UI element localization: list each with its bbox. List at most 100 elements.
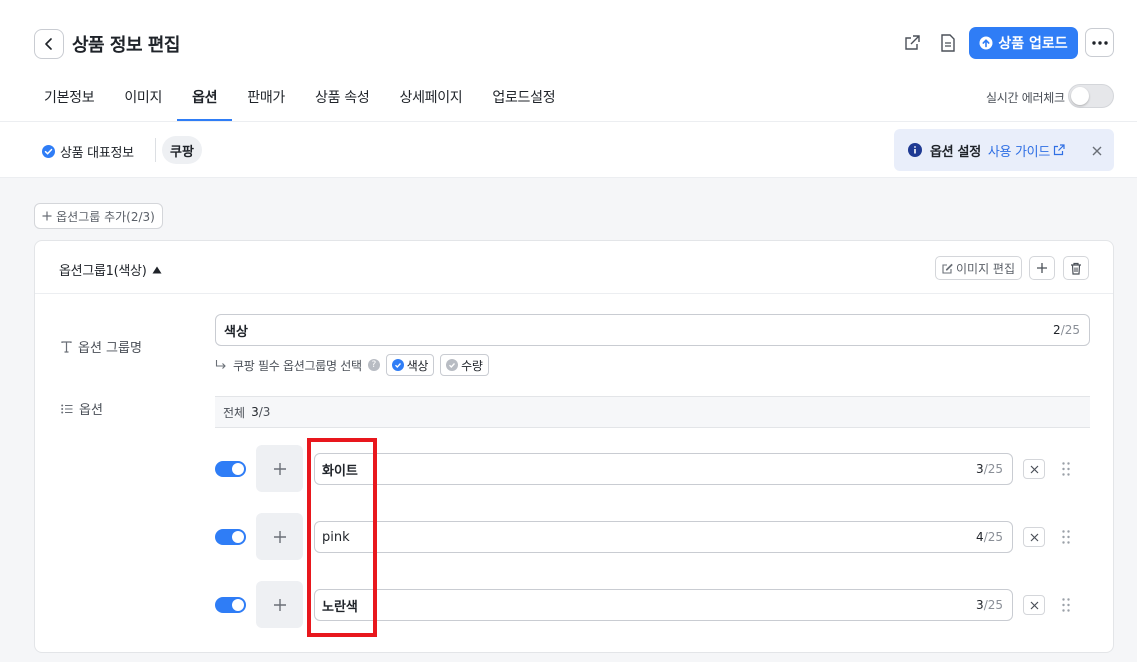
option-group-title: 옵션그룹1(색상) bbox=[59, 264, 147, 279]
delete-option-button[interactable] bbox=[1023, 527, 1045, 547]
close-banner-button[interactable] bbox=[1092, 142, 1102, 160]
plus-icon bbox=[42, 211, 52, 221]
group-name-input[interactable]: 색상 2/25 bbox=[215, 314, 1090, 346]
option-value-input[interactable]: 노란색 3/25 bbox=[314, 589, 1013, 621]
page-title: 상품 정보 편집 bbox=[72, 35, 180, 56]
option-count: 3 bbox=[976, 598, 984, 612]
group-name-max: /25 bbox=[1060, 323, 1080, 337]
close-icon bbox=[1030, 601, 1038, 609]
close-icon bbox=[1030, 533, 1038, 541]
highlight-box bbox=[307, 438, 377, 637]
option-max: /25 bbox=[983, 462, 1003, 476]
option-counter: 3/25 bbox=[976, 598, 1003, 612]
usage-guide-label: 사용 가이드 bbox=[987, 144, 1051, 160]
plus-icon bbox=[1037, 263, 1047, 273]
rep-info-tab[interactable]: 상품 대표정보 bbox=[42, 142, 134, 161]
add-option-group-button[interactable]: 옵션그룹 추가(2/3) bbox=[34, 203, 163, 229]
document-icon bbox=[941, 34, 955, 52]
option-guide-banner: 옵션 설정 사용 가이드 bbox=[894, 129, 1114, 171]
option-value-input[interactable]: 화이트 3/25 bbox=[314, 453, 1013, 485]
drag-handle-icon[interactable] bbox=[1061, 529, 1071, 545]
help-icon[interactable]: ? bbox=[367, 359, 380, 371]
realtime-check-label: 실시간 에러체크 bbox=[986, 91, 1065, 105]
delete-option-button[interactable] bbox=[1023, 459, 1045, 479]
more-horizontal-icon bbox=[1091, 40, 1108, 45]
open-external-button[interactable] bbox=[900, 31, 924, 55]
total-count: 3 bbox=[251, 405, 259, 419]
options-field-label: 옵션 bbox=[61, 399, 103, 418]
option-group-card: 옵션그룹1(색상) 이미지 편집 옵션 그룹명 색상 2/25 쿠팡 필수 옵션… bbox=[34, 240, 1114, 653]
market-chip-coupang[interactable]: 쿠팡 bbox=[162, 136, 202, 164]
check-circle-icon bbox=[391, 359, 404, 371]
option-enable-toggle[interactable] bbox=[215, 461, 246, 477]
tab-images[interactable]: 이미지 bbox=[109, 78, 177, 121]
option-max: /25 bbox=[983, 598, 1003, 612]
realtime-check-toggle[interactable] bbox=[1068, 84, 1114, 108]
external-link-icon bbox=[1053, 144, 1065, 156]
mandatory-choice-quantity[interactable]: 수량 bbox=[440, 354, 489, 376]
delete-group-button[interactable] bbox=[1063, 256, 1089, 280]
choice-label: 색상 bbox=[406, 358, 429, 373]
tab-upload-settings[interactable]: 업로드설정 bbox=[477, 78, 570, 121]
option-group-header: 옵션그룹1(색상) 이미지 편집 bbox=[35, 241, 1113, 294]
total-max: /3 bbox=[258, 405, 271, 419]
market-bar: 상품 대표정보 쿠팡 옵션 설정 사용 가이드 bbox=[0, 122, 1137, 178]
mandatory-label: 쿠팡 필수 옵션그룹명 선택 bbox=[233, 358, 362, 373]
document-button[interactable] bbox=[936, 31, 960, 55]
option-image-add-button[interactable] bbox=[256, 581, 303, 628]
add-group-label: 옵션그룹 추가(2/3) bbox=[56, 209, 155, 224]
page-header: 상품 정보 편집 상품 업로드 기본정보 이미지 옵션 판매가 상품 속성 상세… bbox=[0, 0, 1137, 122]
group-name-field-label: 옵션 그룹명 bbox=[61, 337, 142, 356]
add-option-button[interactable] bbox=[1029, 256, 1055, 280]
back-button[interactable] bbox=[34, 29, 64, 59]
tab-price[interactable]: 판매가 bbox=[232, 78, 300, 121]
trash-icon bbox=[1071, 262, 1081, 275]
options-label-text: 옵션 bbox=[79, 403, 103, 418]
info-icon bbox=[908, 143, 922, 157]
product-upload-button[interactable]: 상품 업로드 bbox=[969, 27, 1078, 59]
drag-handle-icon[interactable] bbox=[1061, 461, 1071, 477]
option-enable-toggle[interactable] bbox=[215, 529, 246, 545]
group-name-count: 2 bbox=[1053, 323, 1061, 337]
option-counter: 3/25 bbox=[976, 462, 1003, 476]
option-count: 4 bbox=[976, 530, 984, 544]
options-total-bar: 전체 3/3 bbox=[215, 396, 1090, 428]
total-label: 전체 bbox=[223, 405, 246, 420]
option-image-add-button[interactable] bbox=[256, 513, 303, 560]
tab-options[interactable]: 옵션 bbox=[177, 78, 233, 121]
check-circle-icon bbox=[446, 359, 459, 371]
tab-basic-info[interactable]: 기본정보 bbox=[34, 78, 109, 121]
tab-attributes[interactable]: 상품 속성 bbox=[300, 78, 384, 121]
group-name-value: 색상 bbox=[224, 324, 248, 340]
option-image-add-button[interactable] bbox=[256, 445, 303, 492]
check-circle-icon bbox=[42, 145, 55, 158]
more-button[interactable] bbox=[1085, 28, 1114, 57]
drag-handle-icon[interactable] bbox=[1061, 597, 1071, 613]
total-counter: 3/3 bbox=[251, 405, 270, 419]
upload-circle-icon bbox=[979, 36, 993, 50]
upload-label: 상품 업로드 bbox=[998, 36, 1068, 52]
option-max: /25 bbox=[983, 530, 1003, 544]
usage-guide-link[interactable]: 사용 가이드 bbox=[988, 141, 1065, 160]
divider bbox=[155, 138, 156, 162]
choice-label: 수량 bbox=[461, 358, 483, 373]
delete-option-button[interactable] bbox=[1023, 595, 1045, 615]
close-icon bbox=[1092, 146, 1102, 156]
group-name-label-text: 옵션 그룹명 bbox=[78, 341, 142, 356]
chevron-left-icon bbox=[45, 38, 52, 50]
edit-icon bbox=[942, 263, 953, 274]
option-value-input[interactable]: pink 4/25 bbox=[314, 521, 1013, 553]
tab-detail-page[interactable]: 상세페이지 bbox=[384, 78, 477, 121]
option-enable-toggle[interactable] bbox=[215, 597, 246, 613]
plus-icon bbox=[273, 462, 286, 475]
text-type-icon bbox=[61, 340, 72, 353]
rep-info-label: 상품 대표정보 bbox=[60, 146, 134, 161]
list-icon bbox=[61, 404, 73, 413]
group-name-counter: 2/25 bbox=[1053, 323, 1080, 337]
plus-icon bbox=[273, 530, 286, 543]
mandatory-choice-color[interactable]: 색상 bbox=[385, 354, 435, 376]
option-group-toggle[interactable]: 옵션그룹1(색상) bbox=[59, 260, 162, 279]
option-counter: 4/25 bbox=[976, 530, 1003, 544]
image-edit-button[interactable]: 이미지 편집 bbox=[935, 256, 1022, 280]
image-edit-label: 이미지 편집 bbox=[955, 261, 1015, 276]
